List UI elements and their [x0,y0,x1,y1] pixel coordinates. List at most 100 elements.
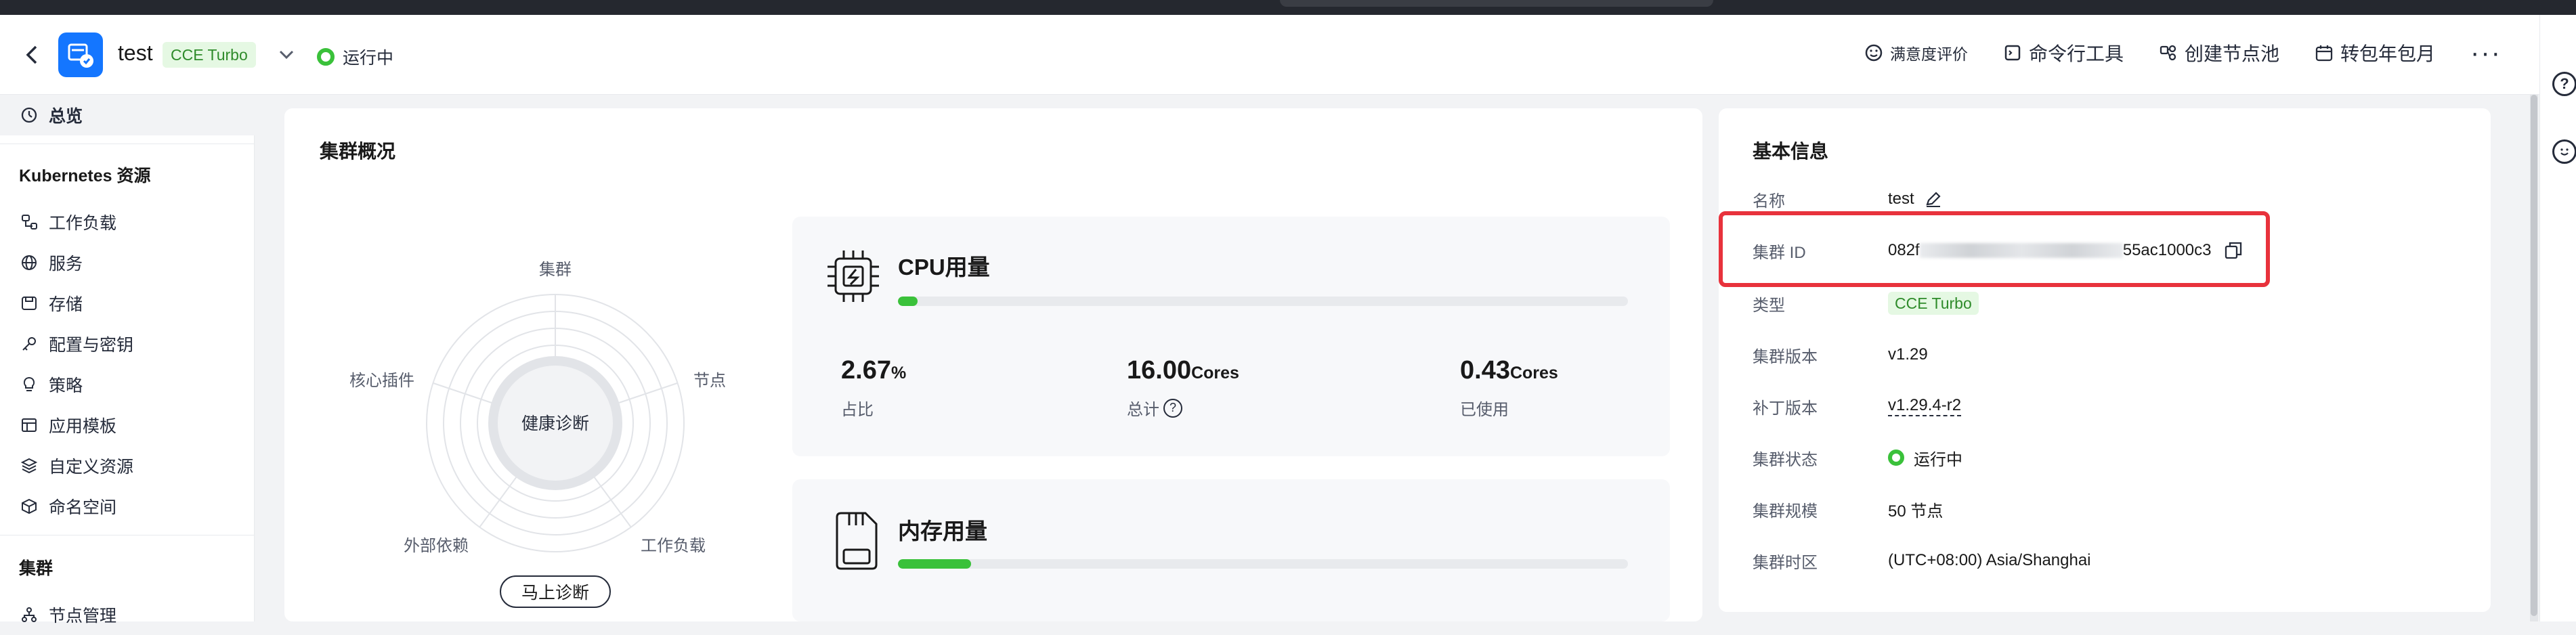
cpu-ratio-metric: 2.67% 占比 [841,356,906,420]
info-row-status: 集群状态 运行中 [1753,444,1962,471]
memory-card-icon [836,512,878,570]
cluster-status: 运行中 [317,45,393,69]
sidebar-item-namespaces[interactable]: 命名空间 [0,486,255,527]
cpu-total-label: 总计 [1127,401,1159,419]
scrollbar-thumb[interactable] [2531,95,2537,616]
help-icon[interactable]: ? [2552,72,2576,96]
sidebar-item-custom-resources[interactable]: 自定义资源 [0,445,255,486]
sidebar-item-label: 配置与密钥 [49,336,134,355]
cce-app-icon [58,32,103,77]
sidebar-item-workloads[interactable]: 工作负载 [0,202,255,242]
cluster-switch-chevron[interactable] [278,45,295,68]
chevron-down-icon [279,50,294,60]
sidebar-item-label: 节点管理 [49,607,117,626]
workload-icon [22,215,37,229]
sidebar-section-cluster: 集群 [19,559,53,578]
sidebar-item-label: 策略 [49,376,83,395]
sidebar-item-label: 工作负载 [49,214,117,233]
sidebar-section-k8s: Kubernetes 资源 [19,167,151,185]
diagnose-now-button[interactable]: 马上诊断 [500,575,611,608]
more-actions-button[interactable]: ··· [2470,39,2502,66]
sidebar-item-node-management[interactable]: 节点管理 [0,594,255,635]
cpu-usage-fill [898,297,918,306]
cluster-type-value: CCE Turbo [1888,292,1979,315]
edit-pencil-icon[interactable] [1924,190,1943,209]
page-scrollbar[interactable] [2530,95,2538,621]
cluster-header: test CCE Turbo 运行中 满意度评价 命令行工具 创建节点池 转包年… [0,15,2539,95]
cpu-used-label: 已使用 [1460,401,1509,419]
create-node-pool-button[interactable]: 创建节点池 [2159,39,2279,66]
sidebar: 总览 Kubernetes 资源 工作负载 服务 存储 配置与密钥 策略 应用模… [0,95,255,626]
layers-icon [20,458,38,474]
browser-top-strip [0,0,2576,15]
cluster-version-value: v1.29 [1888,345,1928,364]
sidebar-item-label: 总览 [49,107,83,126]
back-arrow-icon [26,45,37,64]
cpu-ratio-label: 占比 [841,401,874,419]
info-key: 集群规模 [1753,502,1818,521]
help-question-icon[interactable]: ? [1163,398,1182,418]
feedback-label: 满意度评价 [1889,45,1968,63]
info-key: 补丁版本 [1753,399,1818,418]
calendar-icon [2315,45,2333,62]
node-tree-icon [22,607,37,622]
radar-label-cluster: 集群 [539,261,572,279]
globe-icon [22,255,37,270]
sidebar-item-storage[interactable]: 存储 [0,283,255,324]
header-actions: 满意度评价 命令行工具 创建节点池 转包年包月 ··· [1864,39,2539,66]
info-row-version: 集群版本 v1.29 [1753,341,1928,368]
cpu-ratio-unit: % [890,364,907,382]
template-icon [22,418,37,432]
billing-switch-button[interactable]: 转包年包月 [2315,39,2435,66]
info-key: 集群时区 [1753,553,1818,572]
info-row-type: 类型 CCE Turbo [1753,290,1979,317]
memory-usage-card: 内存用量 [792,479,1670,621]
sidebar-item-policies[interactable]: 策略 [0,364,255,405]
dashboard-icon [21,107,37,123]
running-status-icon [317,48,335,66]
radar-label-nodes: 节点 [693,372,726,390]
memory-usage-title: 内存用量 [898,519,987,544]
cli-tool-label: 命令行工具 [2028,43,2124,64]
feedback-smile-icon[interactable] [2552,139,2576,164]
smile-icon [1865,44,1883,62]
radar-label-core-addons: 核心插件 [349,372,414,390]
cpu-used-metric: 0.43Cores 已使用 [1460,356,1558,420]
overview-title: 集群概况 [320,141,396,162]
cluster-name-value: test [1888,190,1914,208]
info-key: 集群状态 [1753,450,1818,469]
running-status-icon [1888,450,1904,466]
create-node-pool-label: 创建节点池 [2185,43,2280,64]
sidebar-item-app-templates[interactable]: 应用模板 [0,405,255,445]
cluster-name: test [118,41,153,65]
top-search-stub [1280,0,1713,7]
cli-tool-button[interactable]: 命令行工具 [2003,39,2124,66]
right-floating-bar: ? [2539,15,2576,621]
memory-usage-fill [898,559,971,569]
lightbulb-icon [23,376,35,391]
radar-label-external-deps: 外部依赖 [404,537,469,555]
billing-switch-label: 转包年包月 [2340,43,2436,64]
sidebar-item-label: 命名空间 [49,498,117,517]
info-row-scale: 集群规模 50 节点 [1753,496,1943,523]
info-row-timezone: 集群时区 (UTC+08:00) Asia/Shanghai [1753,547,2091,574]
back-button[interactable] [22,43,42,66]
sidebar-item-overview[interactable]: 总览 [0,95,255,135]
terminal-icon [2004,45,2021,61]
memory-usage-bar [898,559,1628,569]
basic-info-title: 基本信息 [1753,141,1829,162]
cpu-usage-bar [898,297,1628,306]
sidebar-item-config-secrets[interactable]: 配置与密钥 [0,324,255,364]
patch-version-value[interactable]: v1.29.4-r2 [1888,396,1962,416]
cpu-used-unit: Cores [1509,364,1558,382]
cluster-scale-value: 50 节点 [1888,502,1944,521]
cluster-timezone-value: (UTC+08:00) Asia/Shanghai [1888,551,2091,569]
cpu-total-metric: 16.00Cores 总计? [1127,356,1239,420]
cpu-icon [828,250,879,302]
info-key: 集群版本 [1753,347,1818,366]
sidebar-item-label: 存储 [49,295,83,314]
cpu-usage-card: CPU用量 2.67% 占比 16.00Cores 总计? 0.43Cores … [792,217,1670,456]
sidebar-item-services[interactable]: 服务 [0,242,255,283]
sidebar-item-label: 服务 [49,255,83,273]
feedback-button[interactable]: 满意度评价 [1864,41,1968,64]
